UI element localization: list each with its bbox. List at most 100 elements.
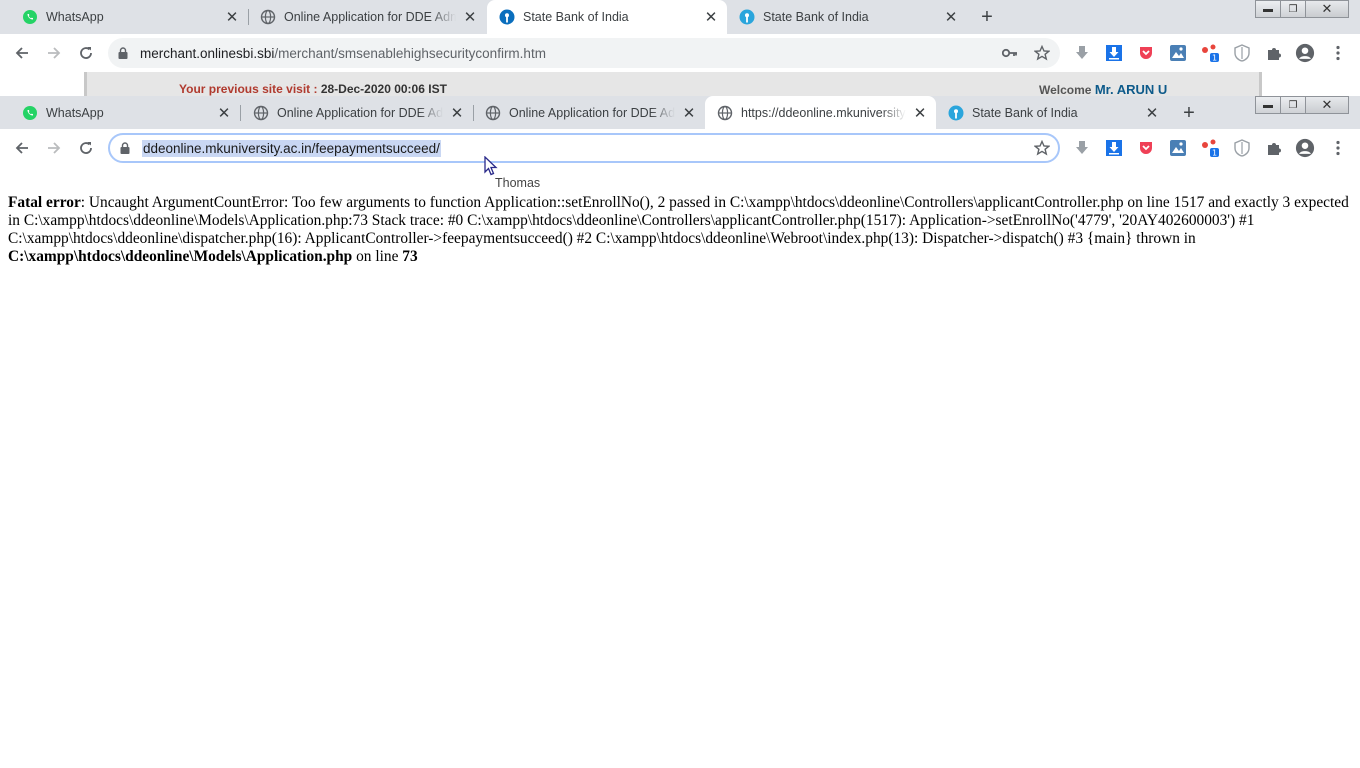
pocket-icon[interactable] <box>1136 43 1156 63</box>
forward-button[interactable] <box>42 136 66 160</box>
new-tab-button[interactable]: + <box>975 5 999 29</box>
download-gray-icon[interactable] <box>1072 43 1092 63</box>
close-icon[interactable]: ✕ <box>941 7 961 27</box>
close-icon[interactable]: ✕ <box>910 103 930 123</box>
share-extension-icon[interactable]: 1 <box>1200 138 1220 158</box>
back-tab-sbi[interactable]: State Bank of India ✕ <box>727 0 967 34</box>
tab-title: Online Application for DDE Admission <box>509 106 675 120</box>
front-tab-sbi[interactable]: State Bank of India ✕ <box>936 96 1168 130</box>
php-fatal-error: Fatal error: Uncaught ArgumentCountError… <box>8 194 1353 266</box>
address-text-selected[interactable]: ddeonline.mkuniversity.ac.in/feepayments… <box>142 139 441 157</box>
back-tab-dde-admission[interactable]: Online Application for DDE Admission ✕ <box>248 0 486 34</box>
download-gray-icon[interactable] <box>1072 138 1092 158</box>
url-host: merchant.onlinesbi.sbi <box>140 45 275 61</box>
page-content: Fatal error: Uncaught ArgumentCountError… <box>0 166 1360 768</box>
close-icon[interactable]: ✕ <box>701 7 721 27</box>
whatsapp-icon <box>22 9 38 25</box>
front-tab-whatsapp[interactable]: WhatsApp ✕ <box>10 96 241 130</box>
bookmark-star-icon[interactable] <box>1032 138 1052 158</box>
welcome-label: Welcome <box>1039 83 1092 97</box>
restore-button[interactable]: ❐ <box>1280 96 1306 114</box>
restore-button[interactable]: ❐ <box>1280 0 1306 18</box>
reload-button[interactable] <box>74 41 98 65</box>
close-icon[interactable]: ✕ <box>214 103 234 123</box>
svg-text:1: 1 <box>1212 149 1217 158</box>
tab-title: State Bank of India <box>763 10 869 24</box>
kebab-menu-icon[interactable] <box>1328 138 1348 158</box>
back-address-bar[interactable]: merchant.onlinesbi.sbi/merchant/smsenabl… <box>108 38 1060 68</box>
tab-title: Online Application for DDE Admission <box>277 106 443 120</box>
close-icon[interactable]: ✕ <box>1142 103 1162 123</box>
address-text: merchant.onlinesbi.sbi/merchant/smsenabl… <box>140 46 546 61</box>
puzzle-icon[interactable] <box>1264 43 1284 63</box>
back-button[interactable] <box>10 41 34 65</box>
back-tab-sbi-active[interactable]: State Bank of India ✕ <box>487 0 727 34</box>
sbi-icon <box>739 9 755 25</box>
welcome-name: Mr. ARUN U <box>1094 82 1168 97</box>
key-icon[interactable] <box>1000 43 1020 63</box>
arrow-right-icon <box>48 142 61 154</box>
arrow-left-icon <box>15 142 28 154</box>
globe-icon <box>717 105 733 121</box>
close-icon[interactable]: ✕ <box>679 103 699 123</box>
back-button[interactable] <box>10 136 34 160</box>
minimize-button[interactable]: ▬ <box>1255 0 1281 18</box>
close-icon[interactable]: ✕ <box>222 7 242 27</box>
front-tab-strip: WhatsApp ✕ Online Application for DDE Ad… <box>0 96 1360 130</box>
front-address-bar[interactable]: ddeonline.mkuniversity.ac.in/feepayments… <box>108 133 1060 163</box>
forward-button[interactable] <box>42 41 66 65</box>
share-extension-icon[interactable]: 1 <box>1200 43 1220 63</box>
window-controls: ▬ ❐ ✕ <box>1255 0 1349 18</box>
reload-button[interactable] <box>74 136 98 160</box>
image-extension-icon[interactable] <box>1168 43 1188 63</box>
cursor-tooltip: Thomas <box>495 176 541 190</box>
globe-icon <box>485 105 501 121</box>
back-tab-whatsapp[interactable]: WhatsApp ✕ <box>10 0 249 34</box>
arrow-left-icon <box>15 47 28 59</box>
image-extension-icon[interactable] <box>1168 138 1188 158</box>
error-file: C:\xampp\htdocs\ddeonline\Models\Applica… <box>8 248 353 265</box>
front-tab-dde-admission-1[interactable]: Online Application for DDE Admission ✕ <box>241 96 474 130</box>
new-tab-button[interactable]: + <box>1177 101 1201 125</box>
close-window-button[interactable]: ✕ <box>1305 0 1349 18</box>
close-icon[interactable]: ✕ <box>460 7 480 27</box>
profile-avatar-icon[interactable] <box>1295 138 1315 158</box>
tab-title: Online Application for DDE Admission <box>284 10 456 24</box>
tab-title: State Bank of India <box>972 106 1078 120</box>
visit-value: 28-Dec-2020 00:06 IST <box>320 82 447 96</box>
tab-title: WhatsApp <box>46 10 104 24</box>
close-icon[interactable]: ✕ <box>447 103 467 123</box>
profile-avatar-icon[interactable] <box>1295 43 1315 63</box>
bookmark-star-icon[interactable] <box>1032 43 1052 63</box>
tab-title: State Bank of India <box>523 10 629 24</box>
download-manager-icon[interactable] <box>1104 43 1124 63</box>
whatsapp-icon <box>22 105 38 121</box>
sbi-header-strip: Your previous site visit : 28-Dec-2020 0… <box>84 72 1262 97</box>
error-message: : Uncaught ArgumentCountError: Too few a… <box>8 194 1349 247</box>
visit-label: Your previous site visit : <box>179 82 318 96</box>
reload-icon <box>80 142 92 154</box>
error-label: Fatal error <box>8 194 81 211</box>
globe-icon <box>253 105 269 121</box>
error-line-number: 73 <box>402 248 418 265</box>
front-tab-dde-admission-2[interactable]: Online Application for DDE Admission ✕ <box>473 96 705 130</box>
back-tab-strip: WhatsApp ✕ Online Application for DDE Ad… <box>0 0 1360 34</box>
sbi-icon <box>499 9 515 25</box>
arrow-right-icon <box>48 47 61 59</box>
close-window-button[interactable]: ✕ <box>1305 96 1349 114</box>
svg-text:1: 1 <box>1212 54 1217 63</box>
lock-icon <box>118 47 132 59</box>
pocket-icon[interactable] <box>1136 138 1156 158</box>
reload-icon <box>80 47 92 59</box>
puzzle-icon[interactable] <box>1264 138 1284 158</box>
previous-visit-text: Your previous site visit : 28-Dec-2020 0… <box>179 82 447 96</box>
globe-icon <box>260 9 276 25</box>
shield-icon[interactable] <box>1232 43 1252 63</box>
download-manager-icon[interactable] <box>1104 138 1124 158</box>
shield-icon[interactable] <box>1232 138 1252 158</box>
front-toolbar: ddeonline.mkuniversity.ac.in/feepayments… <box>0 129 1360 167</box>
front-tab-feepayment-active[interactable]: https://ddeonline.mkuniversity.ac.in/fee… <box>705 96 936 130</box>
minimize-button[interactable]: ▬ <box>1255 96 1281 114</box>
kebab-menu-icon[interactable] <box>1328 43 1348 63</box>
url-path: /merchant/smsenablehighsecurityconfirm.h… <box>274 45 546 61</box>
